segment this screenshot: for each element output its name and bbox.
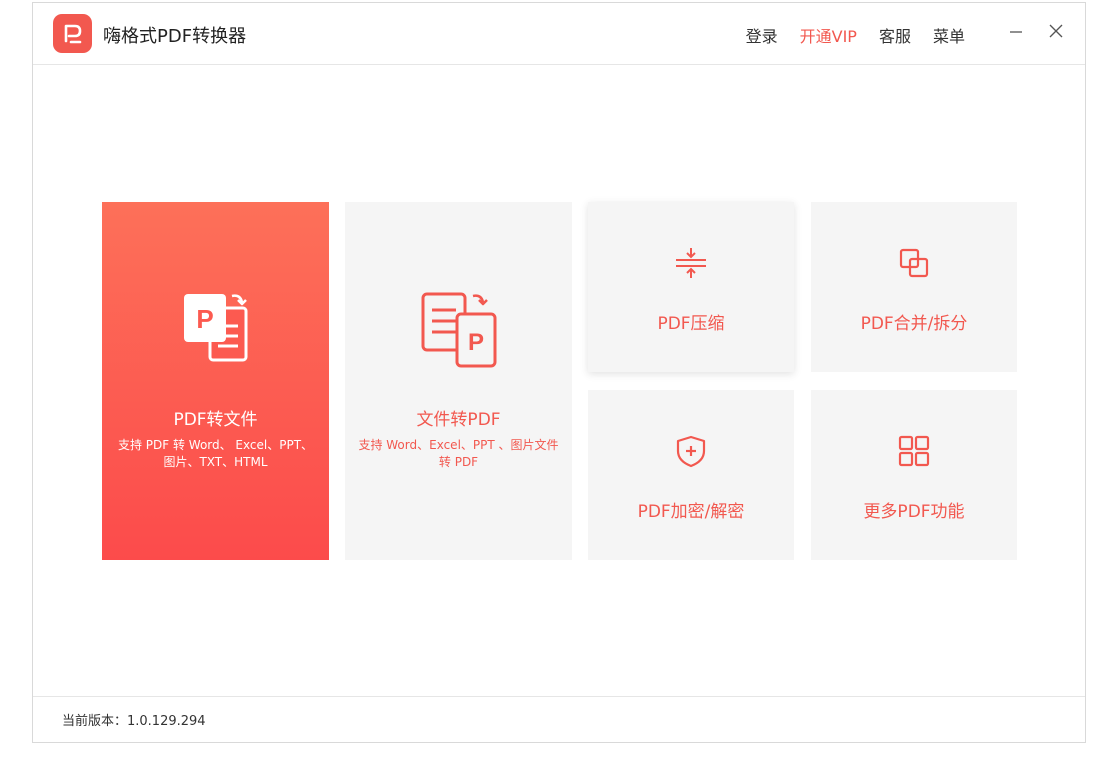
file-to-pdf-desc: 支持 Word、Excel、PPT 、图片文件转 PDF [358,438,559,469]
pdf-to-file-title: PDF转文件 [173,410,258,430]
version-text: 当前版本：1.0.129.294 [62,714,206,729]
file-to-pdf-title: 文件转PDF [416,410,501,430]
pdf-encrypt-card[interactable]: PDF加密/解密 [588,390,794,560]
minimize-button[interactable] [1005,20,1027,42]
top-nav: 登录 开通VIP 客服 菜单 [746,23,965,47]
app-logo-icon [53,14,92,53]
pdf-to-file-card[interactable]: P PDF转文件 支持 PDF 转 Word、 Excel、PPT、图片、TXT… [102,202,329,560]
app-title: 嗨格式PDF转换器 [103,26,247,47]
file-to-pdf-card[interactable]: P 文件转PDF 支持 Word、Excel、PPT 、图片文件转 PDF [345,202,572,560]
vip-link[interactable]: 开通VIP [800,23,857,47]
close-icon [1049,24,1063,38]
more-pdf-features-card[interactable]: 更多PDF功能 [811,390,1017,560]
compress-icon [674,246,708,284]
minimize-icon [1010,31,1022,33]
close-button[interactable] [1045,20,1067,42]
more-pdf-features-title: 更多PDF功能 [863,502,965,522]
pdf-merge-split-title: PDF合并/拆分 [860,314,968,334]
footer-bar: 当前版本：1.0.129.294 [33,696,1085,742]
app-window: 嗨格式PDF转换器 登录 开通VIP 客服 菜单 P PDF转文件 支持 PDF… [32,2,1086,743]
svg-text:P: P [196,304,213,334]
menu-link[interactable]: 菜单 [933,23,965,47]
title-bar: 嗨格式PDF转换器 登录 开通VIP 客服 菜单 [33,3,1085,65]
pdf-to-file-desc: 支持 PDF 转 Word、 Excel、PPT、图片、TXT、HTML [117,438,314,469]
svg-text:P: P [467,329,483,356]
pdf-compress-title: PDF压缩 [657,314,725,334]
pdf-compress-card[interactable]: PDF压缩 [588,202,794,372]
grid-icon [897,434,931,472]
pdf-merge-split-card[interactable]: PDF合并/拆分 [811,202,1017,372]
pdf-encrypt-title: PDF加密/解密 [637,502,745,522]
merge-split-icon [897,246,931,284]
shield-icon [674,434,708,472]
service-link[interactable]: 客服 [879,23,911,47]
pdf-to-file-icon: P [176,290,256,374]
file-to-pdf-icon: P [419,290,499,374]
login-link[interactable]: 登录 [746,23,778,47]
